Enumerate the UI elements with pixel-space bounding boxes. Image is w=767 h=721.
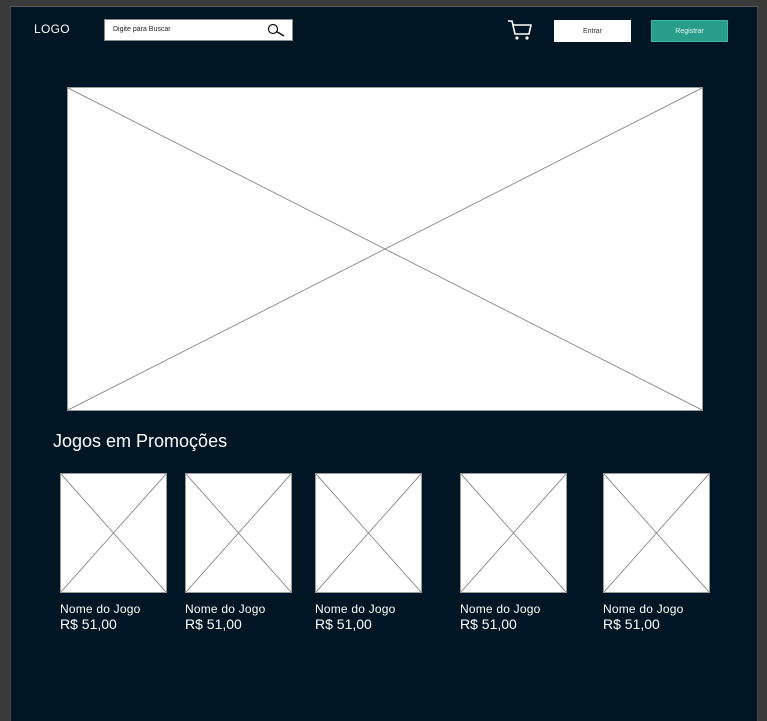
image-placeholder-icon [68,88,702,410]
game-card[interactable]: Nome do Jogo R$ 51,00 [315,473,422,632]
game-price: R$ 51,00 [315,616,372,632]
search-placeholder: Digite para Buscar [113,26,171,33]
image-placeholder-icon [461,474,566,592]
hero-banner-image[interactable] [67,87,703,411]
game-name[interactable]: Nome do Jogo [460,603,567,616]
game-card[interactable]: Nome do Jogo R$ 51,00 [603,473,710,632]
register-button[interactable]: Registrar [651,20,728,42]
page-frame: LOGO Digite para Buscar Entrar Registrar… [10,6,758,721]
logo[interactable]: LOGO [34,22,70,36]
image-placeholder-icon [604,474,709,592]
game-name[interactable]: Nome do Jogo [603,603,710,616]
game-price: R$ 51,00 [603,616,660,632]
game-price: R$ 51,00 [185,616,242,632]
cart-icon[interactable] [507,19,533,41]
game-price: R$ 51,00 [460,616,517,632]
game-thumbnail[interactable] [60,473,167,593]
game-card[interactable]: Nome do Jogo R$ 51,00 [460,473,567,632]
section-title: Jogos em Promoções [53,431,228,451]
login-button[interactable]: Entrar [554,20,631,42]
search-icon[interactable] [266,23,286,39]
game-thumbnail[interactable] [460,473,567,593]
game-price: R$ 51,00 [60,616,117,632]
image-placeholder-icon [61,474,166,592]
game-card[interactable]: Nome do Jogo R$ 51,00 [185,473,292,632]
game-thumbnail[interactable] [603,473,710,593]
game-thumbnail[interactable] [315,473,422,593]
game-name[interactable]: Nome do Jogo [60,603,167,616]
game-card[interactable]: Nome do Jogo R$ 51,00 [60,473,167,632]
game-name[interactable]: Nome do Jogo [315,603,422,616]
image-placeholder-icon [186,474,291,592]
image-placeholder-icon [316,474,421,592]
game-name[interactable]: Nome do Jogo [185,603,292,616]
search-input[interactable]: Digite para Buscar [104,19,293,41]
game-thumbnail[interactable] [185,473,292,593]
